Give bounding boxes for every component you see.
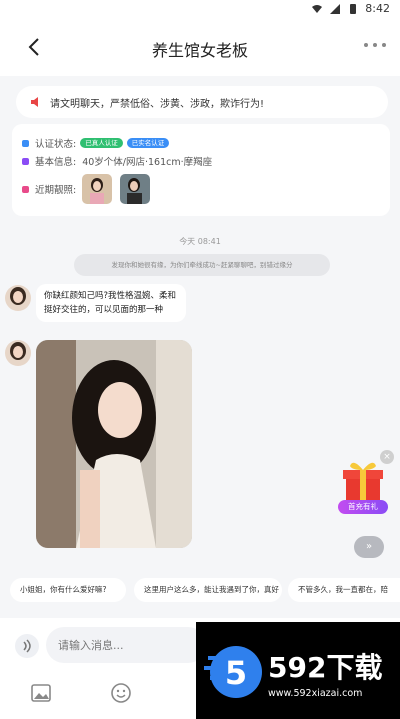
page-title: 养生馆女老板 <box>151 41 248 60</box>
info-label: 基本信息: <box>35 157 77 168</box>
cert-row: 认证状态: 已真人认证 已实名认证 <box>22 136 170 150</box>
notice-banner: 请文明聊天，严禁低俗、涉黄、涉政，欺诈行为! <box>16 86 388 118</box>
signal-icon <box>330 3 341 14</box>
message-bubble: 你缺红颜知己吗?我性格温婉、柔和挺好交往的，可以见面的那一种 <box>36 284 186 322</box>
first-charge-gift-label[interactable]: 首充有礼 <box>338 500 388 514</box>
info-dot-icon <box>22 157 29 165</box>
photos-dot-icon <box>22 185 29 193</box>
recent-label: 近期靓照: <box>35 185 77 196</box>
cert-dot-icon <box>22 139 29 147</box>
system-message: 发现你和她很有缘，为你们牵线成功~赶紧聊聊吧，别错过缘分 <box>74 254 330 276</box>
profile-card: 认证状态: 已真人认证 已实名认证 基本信息: 40岁个体/网店·161cm·摩… <box>12 124 390 216</box>
recent-photo-thumbnail[interactable] <box>82 174 113 204</box>
svg-text:5: 5 <box>225 654 247 692</box>
watermark-logo: 5 592下载 www.592xiazai.com <box>196 622 400 719</box>
info-value: 40岁个体/网店·161cm·摩羯座 <box>82 157 213 168</box>
cert-label: 认证状态: <box>35 139 77 150</box>
emoji-icon[interactable] <box>110 682 132 704</box>
wifi-icon <box>312 4 323 13</box>
quick-reply[interactable]: 不管多久，我一直都在，陪 <box>288 578 400 602</box>
speaker-icon <box>31 97 38 107</box>
real-name-badge: 已实名认证 <box>126 138 170 148</box>
watermark-url: www.592xiazai.com <box>268 688 363 699</box>
chat-timestamp: 今天 08:41 <box>179 237 221 246</box>
close-gift-icon[interactable]: × <box>380 450 394 464</box>
status-bar: 8:42 <box>0 0 400 18</box>
recent-photos-row: 近期靓照: <box>22 174 158 204</box>
voice-icon[interactable] <box>15 634 39 658</box>
more-options-icon[interactable] <box>364 40 386 50</box>
forward-button[interactable]: » <box>354 536 384 558</box>
notice-text: 请文明聊天，严禁低俗、涉黄、涉政，欺诈行为! <box>50 98 265 110</box>
quick-reply[interactable]: 小姐姐，你有什么爱好嘛? <box>10 578 126 602</box>
real-person-badge: 已真人认证 <box>80 138 123 148</box>
watermark-brand: 592下载 <box>268 651 383 684</box>
quick-reply[interactable]: 这里用户这么多，能让我遇到了你，真好 <box>134 578 282 602</box>
header: 养生馆女老板 <box>0 18 400 76</box>
avatar[interactable] <box>5 340 31 366</box>
image-icon[interactable] <box>30 682 52 704</box>
battery-icon <box>350 3 357 14</box>
info-row: 基本信息: 40岁个体/网店·161cm·摩羯座 <box>22 154 212 168</box>
avatar[interactable] <box>5 285 31 311</box>
message-input[interactable] <box>46 627 206 663</box>
recent-photo-thumbnail[interactable] <box>120 174 151 204</box>
status-time: 8:42 <box>365 2 390 15</box>
chat-photo[interactable] <box>36 340 192 548</box>
